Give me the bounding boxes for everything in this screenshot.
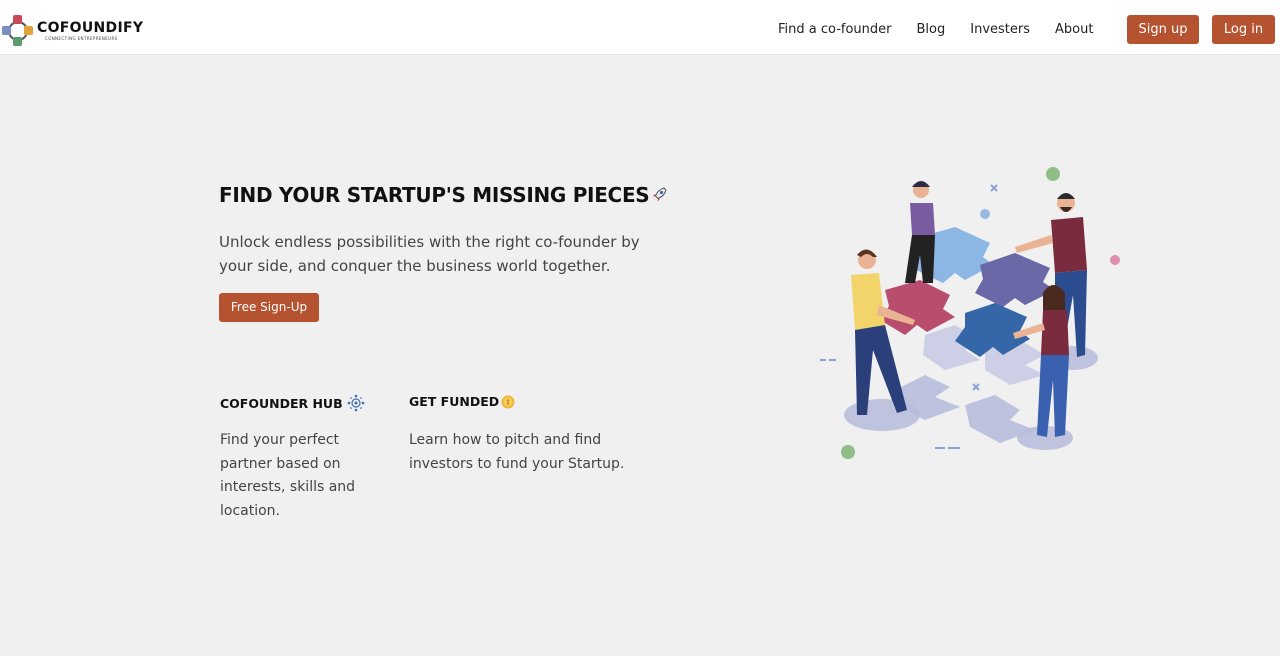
network-icon: [347, 394, 364, 412]
nav-link-about[interactable]: About: [1055, 21, 1093, 39]
brand-name: COFOUNDIFY: [37, 20, 144, 36]
people-assembling-puzzle-illustration: [820, 167, 1120, 459]
signup-button[interactable]: Sign up: [1127, 15, 1199, 44]
nav-link-blog[interactable]: Blog: [917, 21, 946, 39]
hero-title: FIND YOUR STARTUP'S MISSING PIECES: [219, 183, 667, 207]
main-nav: Find a co-founder Blog Investers About: [778, 21, 1118, 39]
hero-title-text: FIND YOUR STARTUP'S MISSING PIECES: [219, 183, 650, 207]
feature-text-get-funded: Learn how to pitch and find investors to…: [409, 432, 625, 472]
free-signup-button[interactable]: Free Sign-Up: [219, 293, 319, 322]
nav-link-find-cofounder[interactable]: Find a co-founder: [778, 21, 892, 39]
logo-icon: [2, 15, 34, 47]
hero-subtitle: Unlock endless possibilities with the ri…: [219, 233, 640, 275]
brand-tagline: CONNECTING ENTREPRENEURS: [45, 36, 118, 41]
login-button[interactable]: Log in: [1212, 15, 1275, 44]
feature-title-cofounder-hub: COFOUNDER HUB: [220, 394, 365, 412]
coin-icon: [501, 395, 515, 408]
rocket-icon: [652, 187, 667, 202]
nav-link-investers[interactable]: Investers: [970, 21, 1030, 39]
feature-title-get-funded: GET FUNDED: [409, 394, 515, 409]
feature-title-text: GET FUNDED: [409, 394, 500, 409]
brand-logo[interactable]: COFOUNDIFY CONNECTING ENTREPRENEURS: [2, 15, 143, 47]
top-navbar: COFOUNDIFY CONNECTING ENTREPRENEURS Find…: [0, 0, 1280, 55]
feature-text-cofounder-hub: Find your perfect partner based on inter…: [220, 432, 356, 519]
feature-title-text: COFOUNDER HUB: [220, 395, 343, 411]
